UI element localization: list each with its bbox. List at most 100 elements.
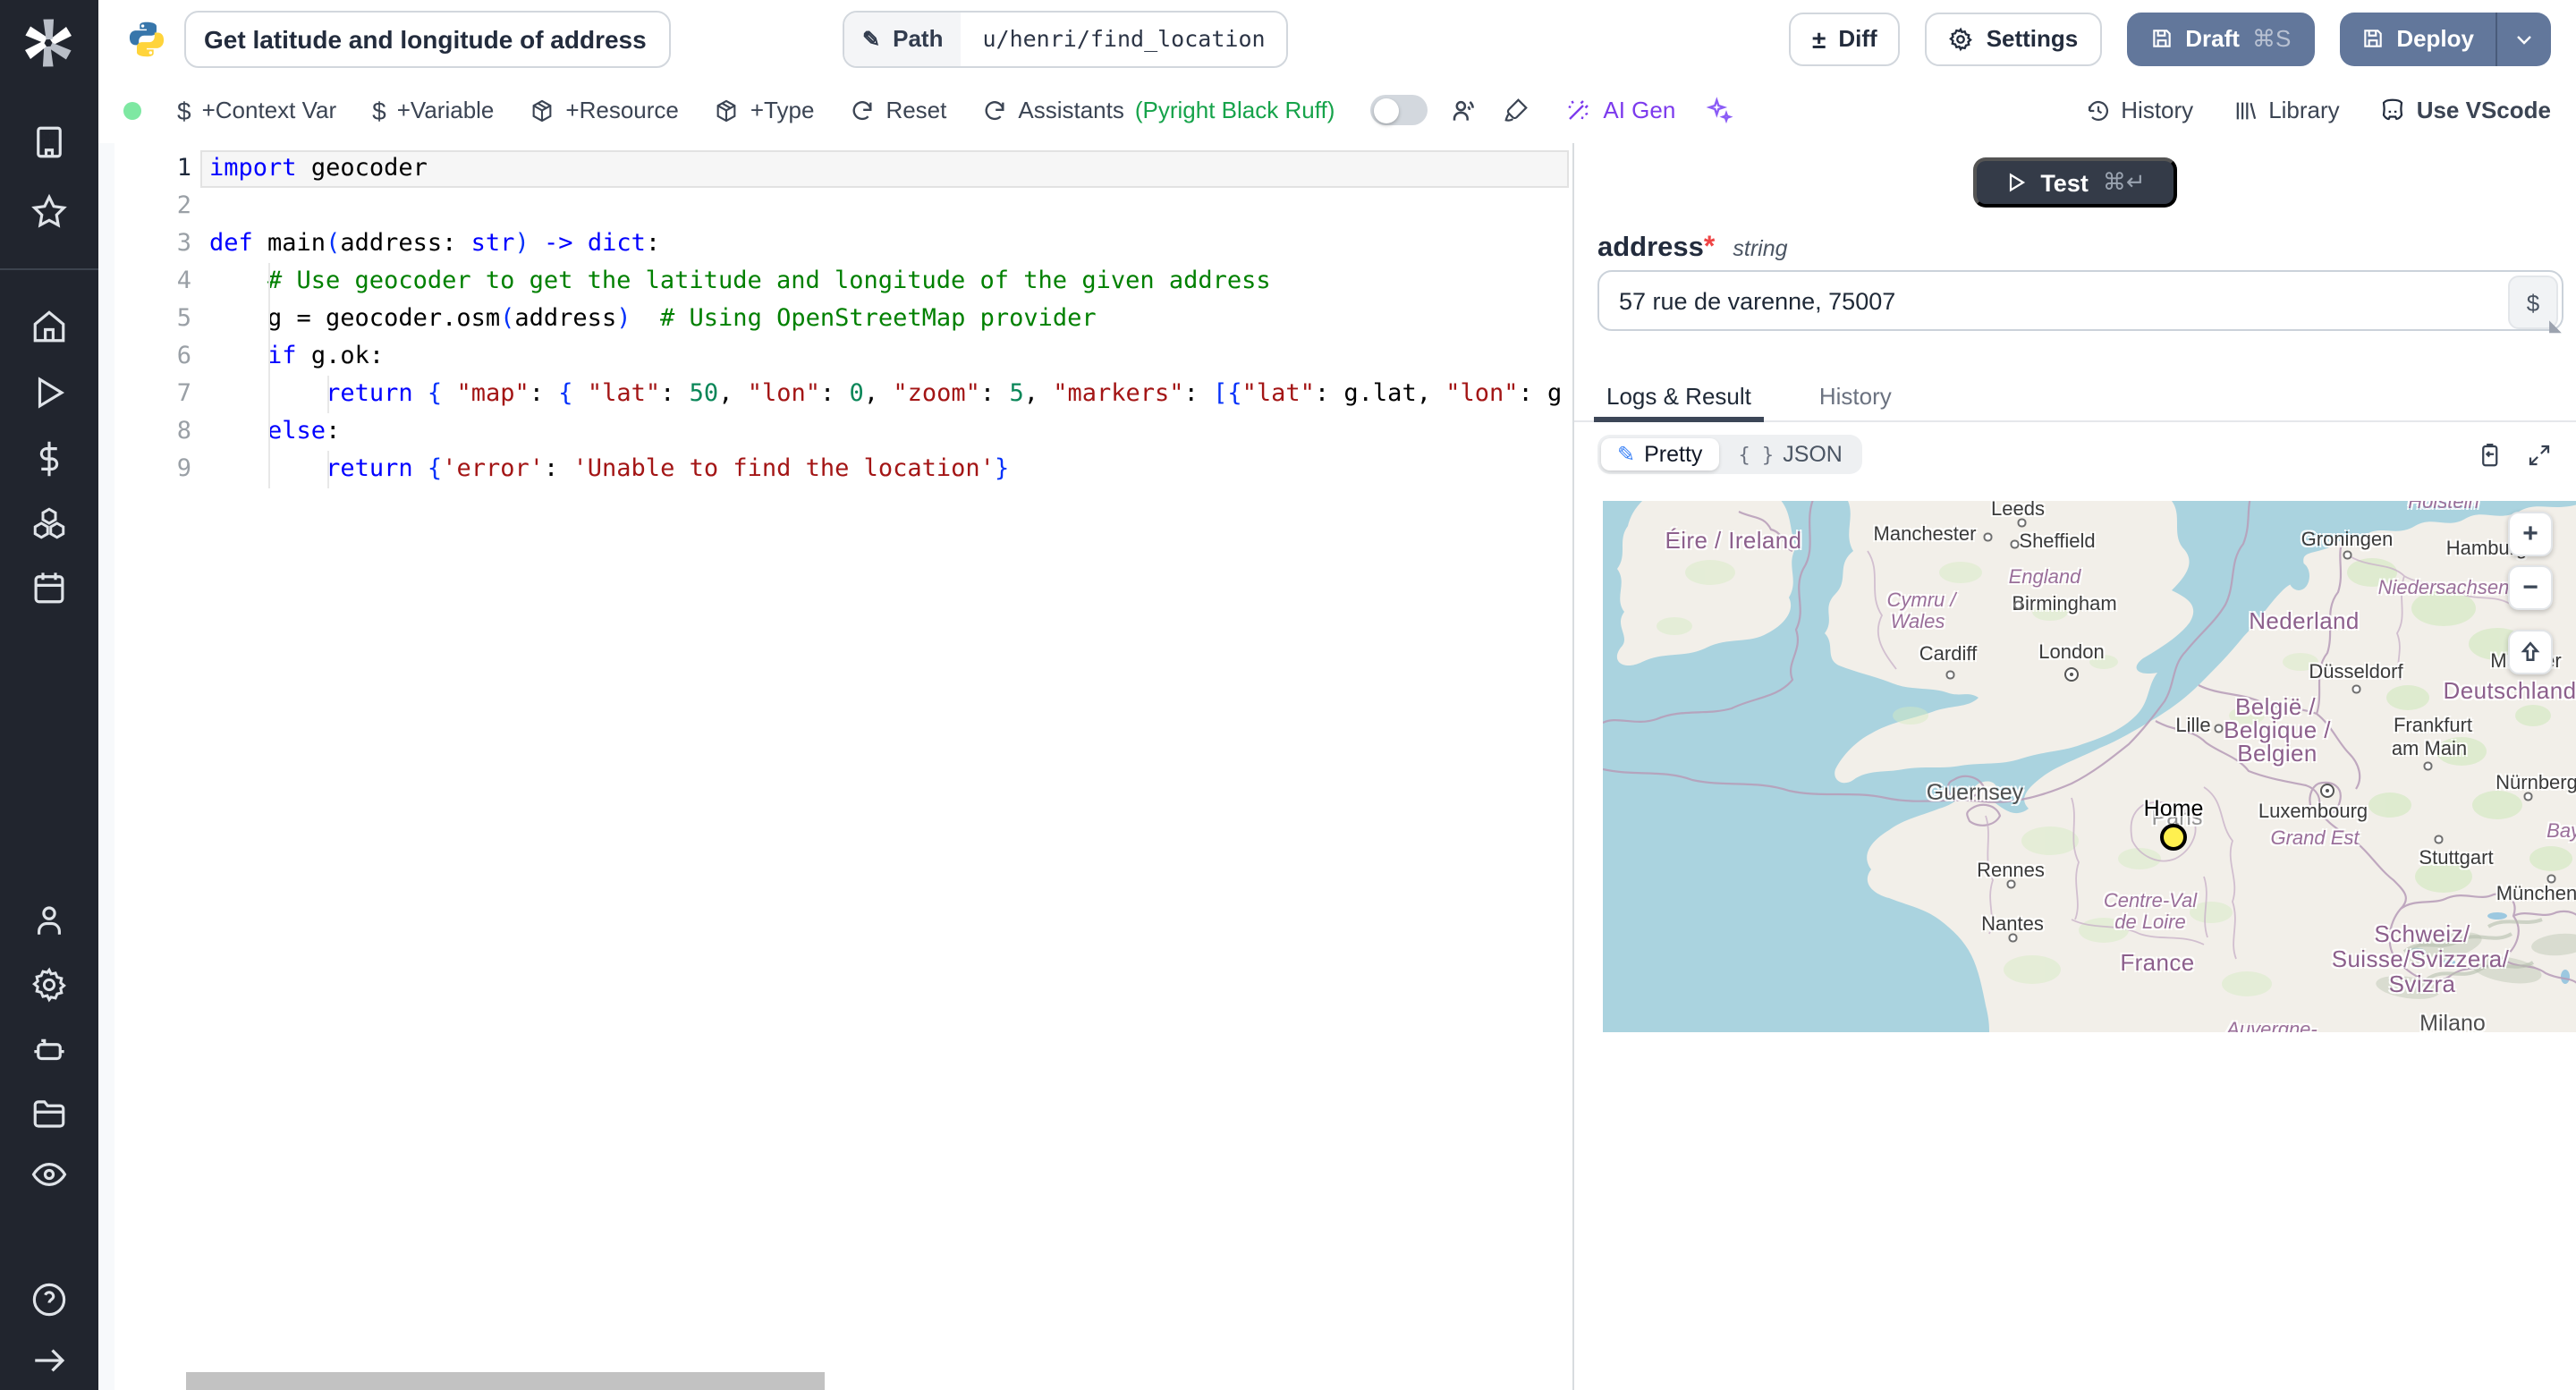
workers-robot-icon[interactable] xyxy=(30,1030,68,1068)
map-label: Auvergne- xyxy=(2226,1020,2318,1032)
horizontal-scrollbar[interactable] xyxy=(186,1372,825,1390)
map-home-marker[interactable] xyxy=(2160,824,2187,851)
use-vscode-button[interactable]: Use VScode xyxy=(2379,97,2551,123)
multiplayer-toggle[interactable] xyxy=(1370,95,1428,125)
map-label: France xyxy=(2120,949,2195,976)
code-line[interactable]: if g.ok: xyxy=(209,338,1572,376)
resize-grip[interactable]: ◢ xyxy=(2549,317,2562,336)
pen-icon: ✎ xyxy=(1617,442,1636,467)
help-icon[interactable] xyxy=(30,1281,68,1318)
address-input[interactable] xyxy=(1597,270,2563,331)
code-line[interactable]: # Use geocoder to get the latitude and l… xyxy=(209,263,1572,301)
line-number: 8 xyxy=(176,417,191,445)
code-line[interactable]: return {'error': 'Unable to find the loc… xyxy=(209,451,1572,488)
pencil-icon: ✎ xyxy=(862,26,881,51)
library-button[interactable]: Library xyxy=(2233,97,2340,123)
favorites-star-icon[interactable] xyxy=(30,193,68,231)
map-label: Deutschland xyxy=(2443,677,2576,704)
map-label: Milano xyxy=(2419,1011,2486,1032)
line-number: 1 xyxy=(176,154,191,182)
map-labels-layer: Éire / Ireland Manchester Leeds Sheffield En… xyxy=(1603,501,2576,1032)
refresh-icon xyxy=(853,100,872,120)
dollar-icon: $ xyxy=(372,96,386,124)
add-resource-button[interactable]: +Resource xyxy=(530,97,679,123)
line-number: 5 xyxy=(176,304,191,333)
code-line[interactable]: import geocoder xyxy=(209,150,1572,188)
code-line[interactable]: def main(address: str) -> dict: xyxy=(209,225,1572,263)
add-context-var-button[interactable]: $ +Context Var xyxy=(177,96,336,124)
reset-button[interactable]: Reset xyxy=(850,97,946,123)
code-editor[interactable]: 1 import geocoder 2 3 def main(address: str)… xyxy=(98,143,1574,1390)
resources-boxes-icon[interactable] xyxy=(30,504,68,542)
path-selector[interactable]: ✎ Path u/henri/find_location xyxy=(843,10,1289,67)
format-brush-icon[interactable] xyxy=(1503,97,1530,123)
editor-toolbar: $ +Context Var $ +Variable +Resource +Type… xyxy=(98,77,2576,145)
multiplayer-users-icon[interactable] xyxy=(1449,96,1478,124)
audit-eye-icon[interactable] xyxy=(30,1156,68,1193)
map-city-dot xyxy=(2343,550,2351,559)
map-label: Bayern xyxy=(2546,821,2576,843)
assistants-button[interactable]: Assistants (Pyright Black Ruff) xyxy=(982,97,1335,123)
map-label: Guernsey xyxy=(1926,780,2024,805)
ai-gen-button[interactable]: AI Gen xyxy=(1565,97,1675,123)
collapse-arrow-icon[interactable] xyxy=(30,1342,68,1379)
tab-logs-result[interactable]: Logs & Result xyxy=(1594,372,1764,422)
required-asterisk: * xyxy=(1703,233,1716,263)
map-label: Birmingham xyxy=(2012,594,2117,615)
vscode-icon xyxy=(2382,98,2402,121)
variables-dollar-icon[interactable] xyxy=(30,440,68,478)
map-label: Cardiff xyxy=(1919,644,1978,665)
map-city-dot xyxy=(2423,761,2432,770)
result-map[interactable]: Éire / Ireland Manchester Leeds Sheffield En… xyxy=(1603,501,2576,1032)
history-button[interactable]: History xyxy=(2085,97,2193,123)
result-tabs: Logs & Result History xyxy=(1574,372,2576,422)
code-line[interactable] xyxy=(209,188,1572,225)
history-clock-icon xyxy=(2088,99,2108,120)
draft-shortcut: ⌘S xyxy=(2251,24,2292,51)
sparkles-icon[interactable] xyxy=(1704,96,1733,124)
code-line[interactable]: g = geocoder.osm(address) # Using OpenSt… xyxy=(209,301,1572,338)
script-title-input[interactable] xyxy=(184,10,671,67)
diff-button[interactable]: ± Diff xyxy=(1788,12,1901,65)
add-type-button[interactable]: +Type xyxy=(715,97,814,123)
tab-history[interactable]: History xyxy=(1810,372,1901,420)
workspace-icon[interactable] xyxy=(30,123,68,161)
view-mode-pretty[interactable]: ✎ Pretty xyxy=(1601,438,1719,470)
assistants-detail: (Pyright Black Ruff) xyxy=(1134,97,1335,123)
address-input-wrap: $ ◢ xyxy=(1597,270,2563,335)
schedules-calendar-icon[interactable] xyxy=(30,569,68,606)
map-city-dot xyxy=(2008,933,2017,942)
folders-icon[interactable] xyxy=(30,1095,68,1132)
home-icon[interactable] xyxy=(30,308,68,345)
package-icon xyxy=(717,98,737,122)
copy-clipboard-icon[interactable] xyxy=(2478,441,2504,468)
deploy-dropdown-chevron[interactable] xyxy=(2496,12,2551,65)
test-shortcut: ⌘↵ xyxy=(2102,168,2146,195)
settings-button[interactable]: Settings xyxy=(1925,12,2102,65)
field-name: address xyxy=(1597,233,1704,263)
deploy-button[interactable]: Deploy xyxy=(2339,12,2496,65)
save-icon xyxy=(2152,30,2171,47)
map-city-dot xyxy=(2523,792,2532,801)
windmill-logo[interactable] xyxy=(21,16,75,70)
code-line[interactable]: return { "map": { "lat": 50, "lon": 0, "… xyxy=(209,376,1572,413)
map-recenter-button[interactable] xyxy=(2508,630,2553,674)
map-label: Belgien xyxy=(2237,740,2318,767)
test-button[interactable]: Test ⌘↵ xyxy=(1972,157,2178,208)
view-mode-json[interactable]: { } JSON xyxy=(1722,438,1858,470)
map-label: Grand Est xyxy=(2270,828,2360,850)
map-zoom-in-button[interactable]: + xyxy=(2508,512,2553,556)
map-label: Éire / Ireland xyxy=(1665,527,1802,554)
runs-play-icon[interactable] xyxy=(30,374,68,411)
line-number: 9 xyxy=(176,454,191,483)
settings-gear-icon[interactable] xyxy=(30,966,68,1004)
map-zoom-out-button[interactable]: − xyxy=(2508,565,2553,610)
code-line[interactable]: else: xyxy=(209,413,1572,451)
map-marker-label: Home xyxy=(2143,796,2204,821)
expand-icon[interactable] xyxy=(2526,441,2553,468)
windmill-script-editor: ✎ Path u/henri/find_location ± Diff Setti… xyxy=(0,0,2576,1390)
map-label: Groningen xyxy=(2301,530,2394,551)
user-icon[interactable] xyxy=(30,902,68,939)
add-variable-button[interactable]: $ +Variable xyxy=(372,96,494,124)
draft-button[interactable]: Draft ⌘S xyxy=(2126,12,2315,65)
